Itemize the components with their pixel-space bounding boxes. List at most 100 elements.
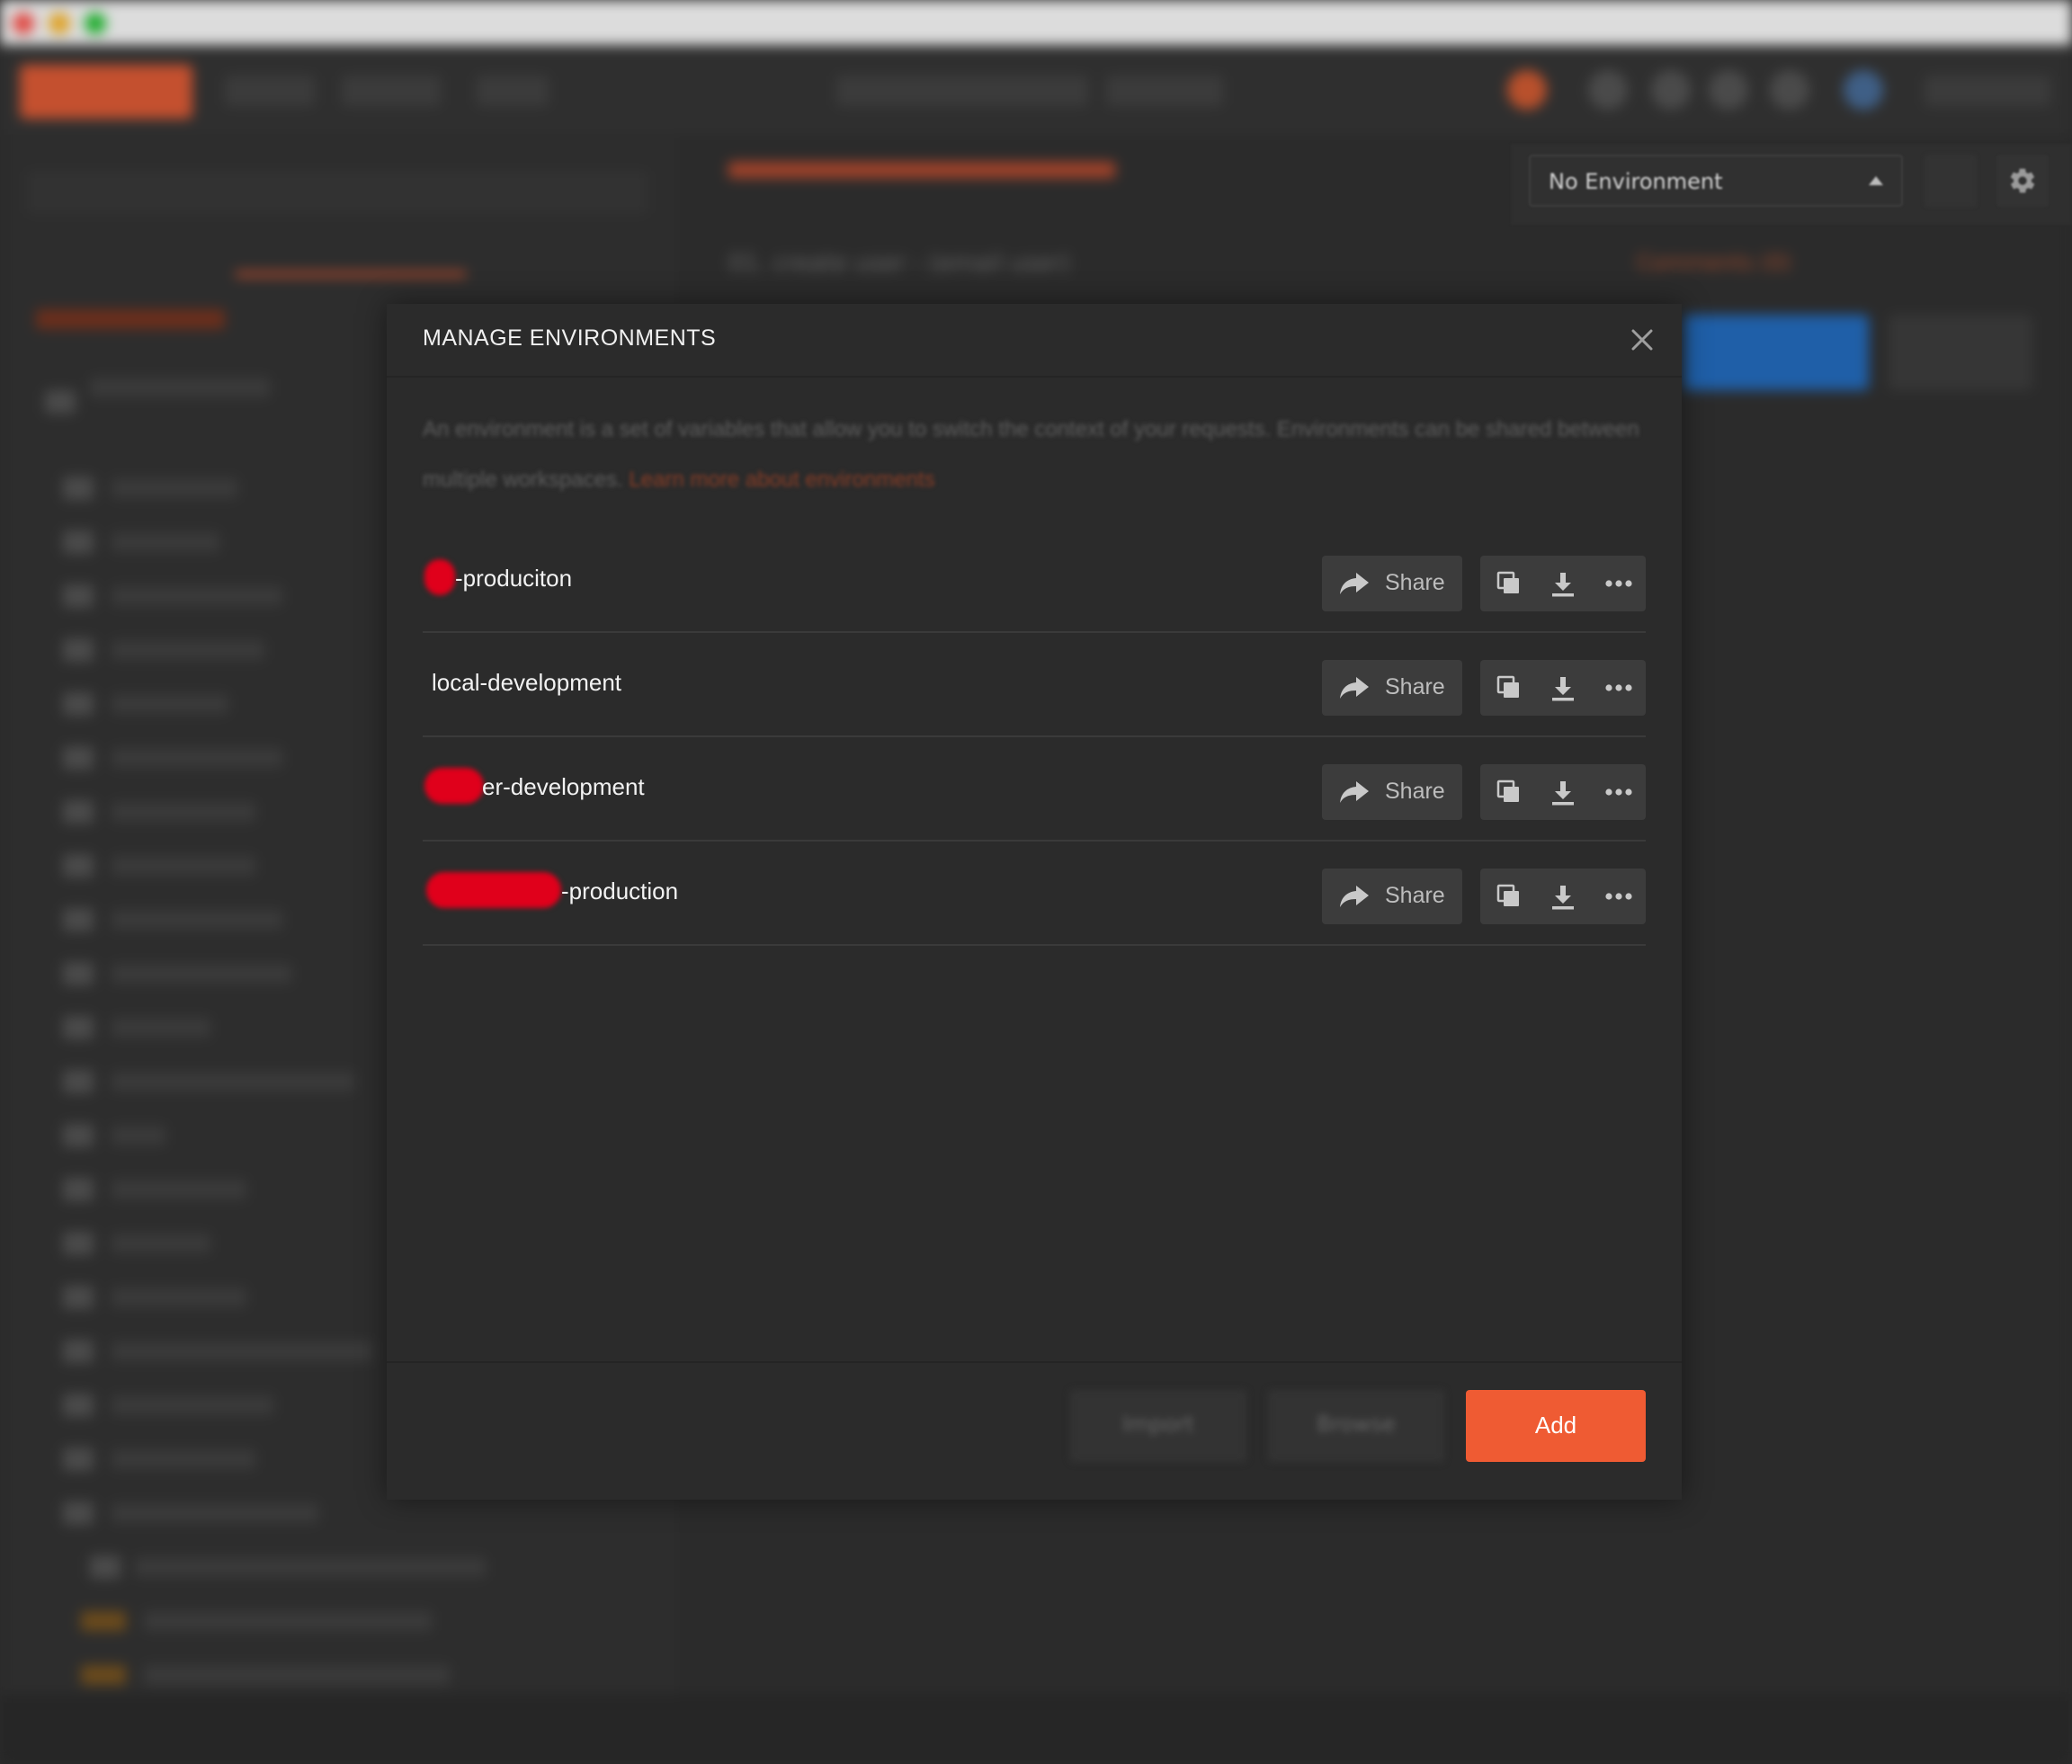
folder-icon — [63, 1340, 94, 1363]
upgrade-button — [1925, 76, 2050, 106]
bell-icon — [1709, 70, 1748, 110]
add-button[interactable]: Add — [1466, 1390, 1646, 1462]
folder-icon — [63, 1232, 94, 1255]
share-button[interactable]: Share — [1322, 764, 1462, 820]
list-item — [135, 1557, 486, 1577]
sidebar-new-collection — [36, 309, 225, 329]
folder-icon — [63, 854, 94, 878]
list-item — [112, 1449, 255, 1469]
environment-name[interactable]: local-development — [432, 669, 621, 697]
list-item — [112, 1072, 354, 1091]
duplicate-icon[interactable] — [1482, 660, 1534, 716]
window-titlebar — [0, 0, 2072, 45]
folder-icon — [63, 584, 94, 608]
download-icon[interactable] — [1536, 869, 1588, 924]
interceptor-icon — [1588, 70, 1628, 110]
invite-button — [1106, 76, 1223, 106]
import-button — [225, 76, 315, 106]
wrench-icon — [1651, 70, 1691, 110]
modal-title: MANAGE ENVIRONMENTS — [423, 325, 717, 351]
caret-up-icon — [1869, 176, 1883, 185]
share-button[interactable]: Share — [1322, 869, 1462, 924]
download-icon[interactable] — [1536, 556, 1588, 611]
list-item — [81, 1611, 126, 1631]
environment-actions — [1480, 660, 1646, 716]
duplicate-icon[interactable] — [1482, 764, 1534, 820]
environment-row[interactable]: local-development Share — [423, 633, 1646, 737]
duplicate-icon[interactable] — [1482, 556, 1534, 611]
list-item — [112, 802, 255, 822]
folder-icon — [63, 1124, 94, 1147]
environment-actions — [1480, 556, 1646, 611]
new-window-button — [477, 76, 549, 106]
request-title: 01. create user - (email user) — [728, 250, 1070, 277]
modal-footer-divider — [387, 1361, 1682, 1363]
browse-button-label: Browse — [1317, 1412, 1396, 1437]
more-dots-icon[interactable] — [1590, 764, 1642, 820]
share-button[interactable]: Share — [1322, 660, 1462, 716]
environment-name[interactable]: er-development — [482, 773, 645, 801]
modal-description: An environment is a set of variables tha… — [423, 405, 1646, 505]
list-item — [112, 532, 219, 552]
environment-row[interactable]: -produciton Share — [423, 529, 1646, 633]
list-item — [112, 1180, 246, 1199]
share-button[interactable]: Share — [1322, 556, 1462, 611]
list-item — [112, 1018, 210, 1038]
manage-environments-modal: MANAGE ENVIRONMENTS An environment is a … — [387, 304, 1682, 1500]
list-item — [112, 1503, 318, 1523]
more-dots-icon[interactable] — [1590, 556, 1642, 611]
share-arrow-icon — [1340, 886, 1369, 907]
environment-selector-value: No Environment — [1549, 169, 1723, 194]
close-icon[interactable] — [1624, 322, 1660, 358]
folder-icon — [45, 390, 76, 414]
send-button — [1684, 315, 1869, 390]
list-item — [112, 1234, 210, 1253]
sidebar-active-tab-indicator — [236, 272, 466, 277]
heart-icon — [1770, 70, 1809, 110]
workspace-switcher — [836, 76, 1088, 106]
duplicate-icon[interactable] — [1482, 869, 1534, 924]
app-toolbar — [0, 45, 2072, 138]
list-item — [112, 586, 282, 606]
share-button-label: Share — [1385, 570, 1445, 595]
folder-icon — [90, 1555, 121, 1579]
environment-selector[interactable]: No Environment — [1529, 155, 1903, 207]
folder-icon — [63, 692, 94, 716]
folder-icon — [63, 746, 94, 770]
learn-more-link[interactable]: Learn more about environments — [629, 468, 934, 492]
runner-button — [342, 76, 441, 106]
list-item — [112, 856, 255, 876]
environment-name[interactable]: -produciton — [455, 565, 572, 592]
environment-row[interactable]: -production Share — [423, 842, 1646, 946]
folder-icon — [63, 530, 94, 554]
folder-icon — [63, 1394, 94, 1417]
list-item — [90, 378, 270, 397]
gear-icon[interactable] — [1996, 155, 2049, 207]
folder-icon — [63, 1178, 94, 1201]
eye-icon[interactable] — [1925, 155, 1977, 207]
folder-icon — [63, 800, 94, 824]
folder-icon — [63, 1016, 94, 1039]
add-button-label: Add — [1534, 1412, 1577, 1439]
list-item — [112, 1395, 273, 1415]
download-icon[interactable] — [1536, 660, 1588, 716]
share-button-label: Share — [1385, 779, 1445, 804]
status-bar — [0, 1694, 2072, 1764]
environment-actions — [1480, 869, 1646, 924]
browse-button[interactable]: Browse — [1268, 1390, 1444, 1462]
list-item — [144, 1665, 450, 1685]
request-tab — [728, 162, 1115, 178]
share-arrow-icon — [1340, 677, 1369, 699]
import-button[interactable]: Import — [1070, 1390, 1246, 1462]
download-icon[interactable] — [1536, 764, 1588, 820]
share-button-label: Share — [1385, 883, 1445, 908]
sync-icon — [1507, 70, 1547, 110]
environment-row[interactable]: er-development Share — [423, 737, 1646, 842]
environment-name[interactable]: -production — [561, 878, 678, 905]
list-item — [112, 910, 282, 930]
folder-icon — [63, 1286, 94, 1309]
more-dots-icon[interactable] — [1590, 869, 1642, 924]
list-item — [81, 1665, 126, 1685]
share-button-label: Share — [1385, 674, 1445, 699]
more-dots-icon[interactable] — [1590, 660, 1642, 716]
